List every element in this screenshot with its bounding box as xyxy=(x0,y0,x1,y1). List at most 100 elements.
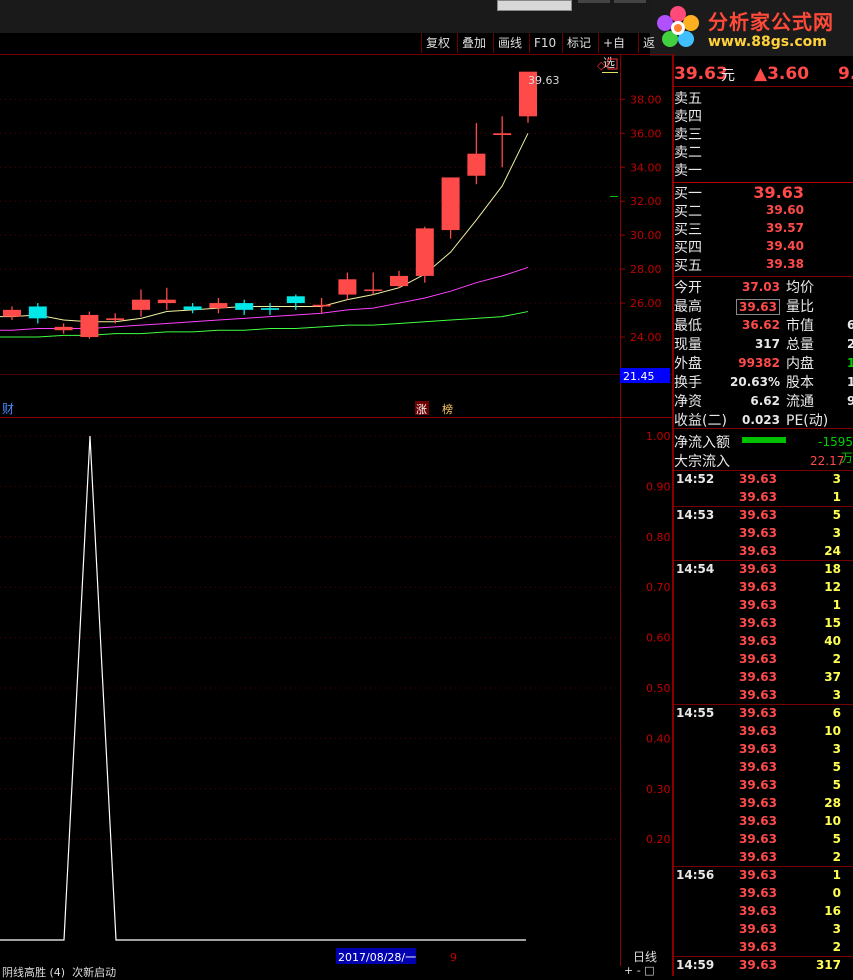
net-flow-bar xyxy=(742,437,786,443)
ranking-flag[interactable]: 榜 xyxy=(442,402,453,416)
tick-volume: 1 xyxy=(832,868,841,882)
stat-value-2: 6 xyxy=(847,318,853,332)
indicator-status-label[interactable]: 阴线高胜 (4) 次新启动 xyxy=(2,964,116,980)
indicator-chart[interactable]: 1.00 0.90 0.80 0.70 0.60 0.50 0.40 0.30 0.20 201… xyxy=(0,418,672,966)
tick-volume: 28 xyxy=(824,796,841,810)
price-axis-tick: 30.00 xyxy=(630,229,662,242)
tick-volume: 2 xyxy=(832,652,841,666)
candle-body[interactable] xyxy=(3,309,21,317)
toolbar-overlay-button[interactable]: 叠加 xyxy=(457,33,493,53)
stat-label: 现量 xyxy=(674,337,702,353)
tick-volume: 16 xyxy=(824,904,841,918)
tick-volume: 3 xyxy=(832,742,841,756)
stat-label-2: PE(动) xyxy=(786,413,829,429)
tick-time: 14:54 xyxy=(676,562,715,576)
candle-body[interactable] xyxy=(390,275,408,287)
toolbar-back-button[interactable]: 返 xyxy=(638,33,672,53)
indicator-axis-tick: 0.60 xyxy=(646,632,671,645)
last-price-label: 39.63 xyxy=(528,74,560,87)
tick-price: 39.63 xyxy=(739,886,777,900)
tick-price: 39.63 xyxy=(739,832,777,846)
candle-body[interactable] xyxy=(157,299,176,304)
stat-value-2: 1 xyxy=(847,356,853,370)
candle-body[interactable] xyxy=(286,296,305,304)
tick-volume: 10 xyxy=(824,814,841,828)
top-window-button-3[interactable] xyxy=(614,0,646,3)
finance-flag[interactable]: 财 xyxy=(2,402,14,416)
toolbar-f10-button[interactable]: F10 xyxy=(529,33,562,53)
tick-price: 39.63 xyxy=(739,634,777,648)
tick-price: 39.63 xyxy=(739,850,777,864)
stat-value: 317 xyxy=(754,337,780,351)
tick-price: 39.63 xyxy=(739,544,777,558)
limit-up-flag[interactable]: 涨 xyxy=(416,403,427,416)
tick-price: 39.63 xyxy=(739,562,777,576)
candle-body[interactable] xyxy=(338,279,357,295)
tick-price: 39.63 xyxy=(739,868,777,882)
candle-body[interactable] xyxy=(209,303,228,309)
stat-label-2: 内盘 xyxy=(786,356,814,372)
top-window-button-2[interactable] xyxy=(578,0,610,3)
stat-label: 收益(二) xyxy=(674,413,727,429)
indicator-axis-tick: 0.20 xyxy=(646,833,671,846)
tick-price: 39.63 xyxy=(739,742,777,756)
candle-body[interactable] xyxy=(261,308,279,310)
toolbar-restore-rights-button[interactable]: 复权 xyxy=(421,33,457,53)
candle-body[interactable] xyxy=(364,289,383,291)
stat-label: 换手 xyxy=(674,375,702,391)
tick-time: 14:55 xyxy=(676,706,715,720)
sell-level-label: 卖二 xyxy=(674,145,702,161)
period-label[interactable]: 日线 xyxy=(633,950,657,964)
tick-price: 39.63 xyxy=(739,796,777,810)
stat-value-2: 9 xyxy=(847,394,853,408)
stat-label-2: 股本 xyxy=(786,375,814,391)
tick-volume: 317 xyxy=(815,958,841,972)
tick-price: 39.63 xyxy=(739,508,777,522)
candle-body[interactable] xyxy=(132,299,150,310)
tick-price: 39.63 xyxy=(739,778,777,792)
sell-level-label: 卖五 xyxy=(674,91,702,107)
candle-body[interactable] xyxy=(235,303,254,310)
indicator-axis-tick: 0.70 xyxy=(646,581,671,594)
toolbar-add-watchlist-button[interactable]: +自选 xyxy=(598,33,638,70)
zoom-controls[interactable]: + - □ xyxy=(624,964,655,977)
candle-body[interactable] xyxy=(80,314,99,338)
candle-body[interactable] xyxy=(312,304,331,307)
buy-level-label: 买二 xyxy=(674,204,702,220)
candle-body[interactable] xyxy=(54,326,73,331)
sell-level-label: 卖一 xyxy=(674,163,702,179)
diamond-marker-icon: ◇ xyxy=(597,59,606,72)
top-window-button[interactable] xyxy=(497,0,572,11)
price-change-pct: 9. xyxy=(838,64,853,84)
tick-price: 39.63 xyxy=(739,940,777,954)
candle-body[interactable] xyxy=(467,153,486,176)
toolbar-mark-button[interactable]: 标记 xyxy=(562,33,598,53)
buy-level-label: 买三 xyxy=(674,222,702,238)
buy-level-price: 39.38 xyxy=(766,257,804,271)
flow-label: 净流入额 xyxy=(674,435,730,451)
candle-body[interactable] xyxy=(183,306,202,310)
candle-body[interactable] xyxy=(493,133,512,135)
price-axis-tick: 34.00 xyxy=(630,161,662,174)
candlestick-chart[interactable]: 39.63 ◇ 38.00 36.00 34.00 32.00 30.00 28.00 26… xyxy=(0,54,672,418)
candle-body[interactable] xyxy=(106,318,125,321)
candle-body[interactable] xyxy=(415,228,434,276)
buy-level-label: 买五 xyxy=(674,258,702,274)
tick-volume: 1 xyxy=(832,490,841,504)
candle-body[interactable] xyxy=(28,306,47,319)
buy-level-label: 买一 xyxy=(674,186,702,202)
price-axis-tick: 28.00 xyxy=(630,263,662,276)
stat-label-2: 均价 xyxy=(786,280,814,296)
stat-label: 外盘 xyxy=(674,356,702,372)
indicator-axis-tick: 0.80 xyxy=(646,531,671,544)
toolbar-draw-button[interactable]: 画线 xyxy=(493,33,529,53)
tick-volume: 3 xyxy=(832,526,841,540)
stat-value: 6.62 xyxy=(750,394,780,408)
tick-price: 39.63 xyxy=(739,814,777,828)
buy-level-price: 39.60 xyxy=(766,203,804,217)
tick-price: 39.63 xyxy=(739,652,777,666)
tick-volume: 2 xyxy=(832,940,841,954)
tick-price: 39.63 xyxy=(739,472,777,486)
stat-value: 0.023 xyxy=(742,413,780,427)
candle-body[interactable] xyxy=(441,177,460,231)
